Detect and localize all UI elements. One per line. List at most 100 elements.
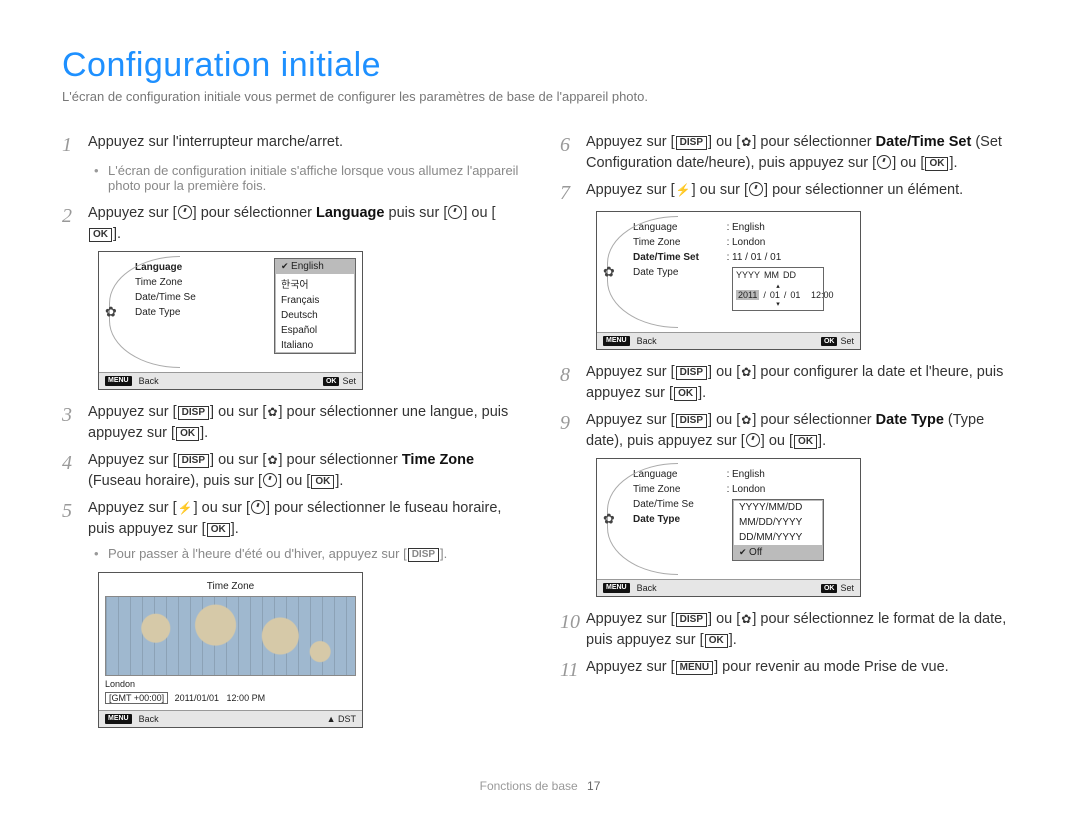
step-text: Appuyez sur [⚡] ou sur [] pour sélection… <box>586 180 963 205</box>
timer-icon <box>746 433 760 447</box>
disp-icon: DISP <box>676 136 707 150</box>
disp-icon: DISP <box>408 548 439 562</box>
city-label: London <box>105 679 135 689</box>
flower-icon: ✿ <box>741 134 751 151</box>
decorative-arc <box>607 463 678 575</box>
screen-timezone: Time Zone London [GMT +00:00] 2011/01/01… <box>98 572 363 728</box>
value-text: London <box>732 237 850 248</box>
value-list: :English :London :11 / 01 / 01 YYYYMMDD … <box>724 212 850 332</box>
value-list: :English :London YYYY/MM/DD MM/DD/YYYY D… <box>724 459 850 579</box>
step-text: Appuyez sur [DISP] ou [✿] pour sélection… <box>586 609 1018 651</box>
ok-icon: OK <box>176 427 199 441</box>
flower-icon: ✿ <box>741 611 751 628</box>
gear-icon: ✿ <box>603 511 615 528</box>
step-1-bullet: • L'écran de configuration initiale s'af… <box>94 163 520 193</box>
step-10: 10 Appuyez sur [DISP] ou [✿] pour sélect… <box>560 609 1018 651</box>
gear-icon: ✿ <box>105 304 117 321</box>
menu-icon: MENU <box>676 661 713 675</box>
option-item[interactable]: 한국어 <box>275 274 355 293</box>
set-label[interactable]: Set <box>840 583 854 593</box>
option-item[interactable]: Italiano <box>275 338 355 353</box>
world-map[interactable] <box>105 596 356 676</box>
footer-section: Fonctions de base <box>480 779 578 793</box>
bullet-text: Pour passer à l'heure d'été ou d'hiver, … <box>108 546 447 562</box>
ok-icon: OK <box>89 228 112 242</box>
menu-icon: MENU <box>105 714 132 724</box>
disp-icon: DISP <box>178 406 209 420</box>
timer-icon <box>877 155 891 169</box>
footer-page: 17 <box>587 779 600 793</box>
bullet-text: L'écran de configuration initiale s'affi… <box>108 163 520 193</box>
step-text: Appuyez sur [DISP] ou [✿] pour sélection… <box>586 132 1018 174</box>
step-text: Appuyez sur l'interrupteur marche/arret. <box>88 132 343 157</box>
datetype-options: YYYY/MM/DD MM/DD/YYYY DD/MM/YYYY Off <box>732 499 824 561</box>
step-11: 11 Appuyez sur [MENU] pour revenir au mo… <box>560 657 1018 682</box>
step-2: 2 Appuyez sur [] pour sélectionner Langu… <box>62 203 520 245</box>
option-item[interactable]: Deutsch <box>275 308 355 323</box>
option-item[interactable]: English <box>275 259 355 274</box>
step-number: 9 <box>560 410 586 452</box>
option-item[interactable]: MM/DD/YYYY <box>733 515 823 530</box>
menu-icon: MENU <box>603 583 630 593</box>
page-intro: L'écran de configuration initiale vous p… <box>62 89 1018 104</box>
option-item[interactable]: Español <box>275 323 355 338</box>
date-label: 2011/01/01 <box>175 693 219 703</box>
step-3: 3 Appuyez sur [DISP] ou sur [✿] pour sél… <box>62 402 520 444</box>
back-label[interactable]: Back <box>637 583 657 593</box>
flower-icon: ✿ <box>741 412 751 429</box>
timer-icon <box>263 473 277 487</box>
decorative-arc <box>607 216 678 328</box>
value-text: London <box>732 484 850 495</box>
ok-icon: OK <box>674 387 697 401</box>
step-number: 11 <box>560 657 586 682</box>
step-number: 8 <box>560 362 586 404</box>
flower-icon: ✿ <box>267 452 277 469</box>
datetime-editor[interactable]: YYYYMMDD ▴ 2011/01/01 12:00 ▾ <box>732 267 824 311</box>
value-text: English <box>732 469 850 480</box>
bolt-icon: ⚡ <box>676 182 691 199</box>
step-1: 1 Appuyez sur l'interrupteur marche/arre… <box>62 132 520 157</box>
back-label[interactable]: Back <box>139 376 159 386</box>
option-item[interactable]: Off <box>733 545 823 560</box>
value-text: 11 / 01 / 01 <box>732 252 850 263</box>
step-5: 5 Appuyez sur [⚡] ou sur [] pour sélecti… <box>62 498 520 540</box>
step-8: 8 Appuyez sur [DISP] ou [✿] pour configu… <box>560 362 1018 404</box>
option-item[interactable]: YYYY/MM/DD <box>733 500 823 515</box>
timer-icon <box>251 500 265 514</box>
step-number: 5 <box>62 498 88 540</box>
language-options: English 한국어 Français Deutsch Español Ita… <box>274 258 356 354</box>
option-item[interactable]: Français <box>275 293 355 308</box>
set-label[interactable]: Set <box>342 376 356 386</box>
step-text: Appuyez sur [DISP] ou sur [✿] pour sélec… <box>88 402 520 444</box>
timer-icon <box>749 182 763 196</box>
ok-icon: OK <box>821 337 838 346</box>
step-number: 1 <box>62 132 88 157</box>
timer-icon <box>448 205 462 219</box>
back-label[interactable]: Back <box>139 714 159 724</box>
step-text: Appuyez sur [⚡] ou sur [] pour sélection… <box>88 498 520 540</box>
disp-icon: DISP <box>676 613 707 627</box>
left-column: 1 Appuyez sur l'interrupteur marche/arre… <box>62 126 520 740</box>
gear-icon: ✿ <box>603 264 615 281</box>
ok-icon: OK <box>705 634 728 648</box>
ok-icon: OK <box>821 584 838 593</box>
page-title: Configuration initiale <box>62 46 1018 85</box>
step-text: Appuyez sur [DISP] ou sur [✿] pour sélec… <box>88 450 520 492</box>
step-number: 2 <box>62 203 88 245</box>
menu-icon: MENU <box>603 336 630 346</box>
step-number: 4 <box>62 450 88 492</box>
dst-label[interactable]: DST <box>338 714 356 724</box>
step-number: 3 <box>62 402 88 444</box>
disp-icon: DISP <box>676 366 707 380</box>
step-6: 6 Appuyez sur [DISP] ou [✿] pour sélecti… <box>560 132 1018 174</box>
step-number: 6 <box>560 132 586 174</box>
option-item[interactable]: DD/MM/YYYY <box>733 530 823 545</box>
decorative-arc <box>109 256 180 368</box>
set-label[interactable]: Set <box>840 336 854 346</box>
back-label[interactable]: Back <box>637 336 657 346</box>
step-text: Appuyez sur [MENU] pour revenir au mode … <box>586 657 949 682</box>
page-footer: Fonctions de base 17 <box>0 779 1080 793</box>
gmt-offset: [GMT +00:00] <box>105 692 168 704</box>
ok-icon: OK <box>207 523 230 537</box>
right-column: 6 Appuyez sur [DISP] ou [✿] pour sélecti… <box>560 126 1018 740</box>
